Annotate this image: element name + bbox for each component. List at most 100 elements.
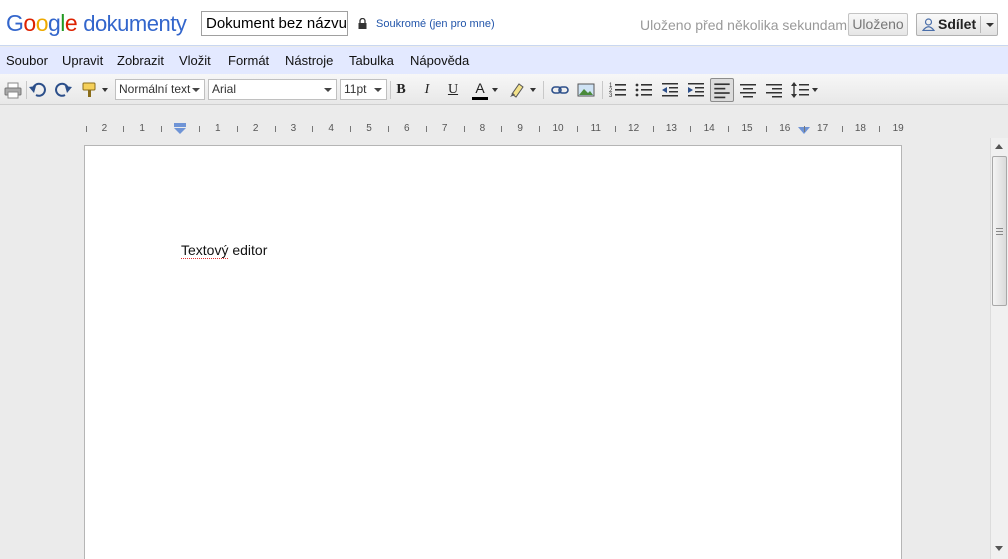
chevron-down-icon xyxy=(374,88,382,92)
link-icon[interactable] xyxy=(550,80,570,100)
menu-insert[interactable]: Vložit xyxy=(179,53,211,68)
ruler-label: 5 xyxy=(366,123,372,134)
bulleted-list-icon[interactable] xyxy=(634,80,654,100)
font-family-value: Arial xyxy=(212,82,237,96)
ruler-label: 16 xyxy=(779,123,791,134)
text-color-button[interactable]: A xyxy=(469,79,491,101)
svg-text:3: 3 xyxy=(609,93,613,99)
scroll-up-arrow[interactable] xyxy=(995,144,1003,149)
menu-format[interactable]: Formát xyxy=(228,53,269,68)
ruler-tick xyxy=(425,126,427,132)
ruler-label: 14 xyxy=(703,123,715,134)
logo-letter: o xyxy=(35,10,49,36)
paint-format-icon[interactable] xyxy=(80,80,100,100)
font-family-select[interactable]: Arial xyxy=(208,79,337,100)
chevron-down-icon[interactable] xyxy=(492,88,498,92)
ruler-label: 2 xyxy=(252,123,259,134)
menu-file[interactable]: Soubor xyxy=(6,53,48,68)
document-title-field[interactable]: Dokument bez názvu xyxy=(201,11,348,36)
font-size-select[interactable]: 11pt xyxy=(340,79,387,100)
scroll-down-arrow[interactable] xyxy=(995,546,1003,551)
ruler-area: 2 1 1 2 3 4 5 6 7 8 9 10 11 12 13 14 15 16 17 18 19 xyxy=(0,105,990,145)
ruler-label: 15 xyxy=(741,123,753,134)
underline-button[interactable]: U xyxy=(442,79,464,101)
menu-help[interactable]: Nápověda xyxy=(410,53,469,68)
google-docs-logo[interactable]: Google dokumenty xyxy=(6,9,187,38)
ruler-label: 8 xyxy=(479,123,486,134)
chevron-down-icon[interactable] xyxy=(986,23,994,27)
italic-button[interactable]: I xyxy=(416,79,438,101)
ruler-label: 18 xyxy=(854,123,866,134)
ruler-tick xyxy=(879,126,881,132)
ruler-tick xyxy=(198,126,200,132)
redo-icon[interactable] xyxy=(53,80,73,100)
highlight-icon[interactable] xyxy=(507,80,527,100)
ruler-tick xyxy=(841,126,843,132)
misspelled-word[interactable]: Textový xyxy=(181,242,229,259)
ruler-label: 1 xyxy=(139,123,145,134)
ruler-tick xyxy=(576,126,578,132)
menubar: Soubor Upravit Zobrazit Vložit Formát Ná… xyxy=(0,47,1008,74)
logo-letter: e xyxy=(64,10,78,36)
ruler-tick xyxy=(463,126,465,132)
ruler-tick xyxy=(86,126,87,132)
ruler-tick xyxy=(350,126,352,132)
ruler-label: 3 xyxy=(290,123,297,134)
align-left-button[interactable] xyxy=(710,78,734,102)
share-divider xyxy=(980,16,981,33)
document-page[interactable]: Textový editor xyxy=(84,145,902,559)
scroll-grip xyxy=(996,228,1003,229)
left-indent-marker[interactable] xyxy=(174,123,186,135)
bold-button[interactable]: B xyxy=(390,79,412,101)
ruler-tick xyxy=(539,126,541,132)
image-icon[interactable] xyxy=(576,80,596,100)
ruler-tick xyxy=(236,126,238,132)
document-text-rest: editor xyxy=(228,242,268,258)
chevron-down-icon xyxy=(192,88,200,92)
menu-tools[interactable]: Nástroje xyxy=(285,53,333,68)
lock-icon xyxy=(358,18,367,29)
undo-icon[interactable] xyxy=(28,80,48,100)
ruler-label: 2 xyxy=(101,123,108,134)
ruler-tick xyxy=(501,126,503,132)
print-icon[interactable] xyxy=(3,80,23,100)
scroll-thumb[interactable] xyxy=(992,156,1007,306)
ruler-label: 11 xyxy=(590,123,601,134)
logo-letter: o xyxy=(23,10,36,36)
ruler-label: 9 xyxy=(517,123,523,134)
toolbar-separator xyxy=(26,81,27,99)
logo-letter: g xyxy=(47,10,61,36)
ruler-tick xyxy=(765,126,767,132)
app-header: Google dokumenty Dokument bez názvu Soukr… xyxy=(0,0,1008,46)
chevron-down-icon[interactable] xyxy=(102,88,108,92)
ruler-label: 12 xyxy=(628,123,640,134)
line-spacing-icon[interactable] xyxy=(790,80,810,100)
numbered-list-icon[interactable]: 1 2 3 xyxy=(608,80,628,100)
chevron-down-icon[interactable] xyxy=(530,88,536,92)
ruler-label: 17 xyxy=(817,123,829,134)
toolbar-separator xyxy=(543,81,544,99)
ruler[interactable]: 2 1 1 2 3 4 5 6 7 8 9 10 11 12 13 14 15 16 17 18 19 xyxy=(86,123,906,135)
align-right-icon[interactable] xyxy=(764,80,784,100)
decrease-indent-icon[interactable] xyxy=(660,80,680,100)
saved-button[interactable]: Uloženo xyxy=(848,13,908,36)
privacy-link[interactable]: Soukromé (jen pro mne) xyxy=(376,18,495,30)
save-status-text: Uloženo před několika sekundami xyxy=(640,17,851,33)
increase-indent-icon[interactable] xyxy=(686,80,706,100)
paragraph-style-select[interactable]: Normální text xyxy=(115,79,205,100)
chevron-down-icon xyxy=(324,88,332,92)
align-center-icon[interactable] xyxy=(738,80,758,100)
document-text[interactable]: Textový editor xyxy=(181,242,268,259)
menu-view[interactable]: Zobrazit xyxy=(117,53,164,68)
vertical-scrollbar[interactable] xyxy=(990,138,1008,559)
chevron-down-icon[interactable] xyxy=(812,88,818,92)
ruler-tick xyxy=(161,126,163,132)
ruler-tick xyxy=(387,126,389,132)
menu-table[interactable]: Tabulka xyxy=(349,53,394,68)
share-button[interactable]: Sdílet xyxy=(916,13,998,36)
text-color-letter: A xyxy=(475,80,485,96)
menu-edit[interactable]: Upravit xyxy=(62,53,103,68)
ruler-label: 10 xyxy=(552,123,564,134)
align-left-icon xyxy=(714,83,730,99)
ruler-label: 1 xyxy=(215,123,221,134)
